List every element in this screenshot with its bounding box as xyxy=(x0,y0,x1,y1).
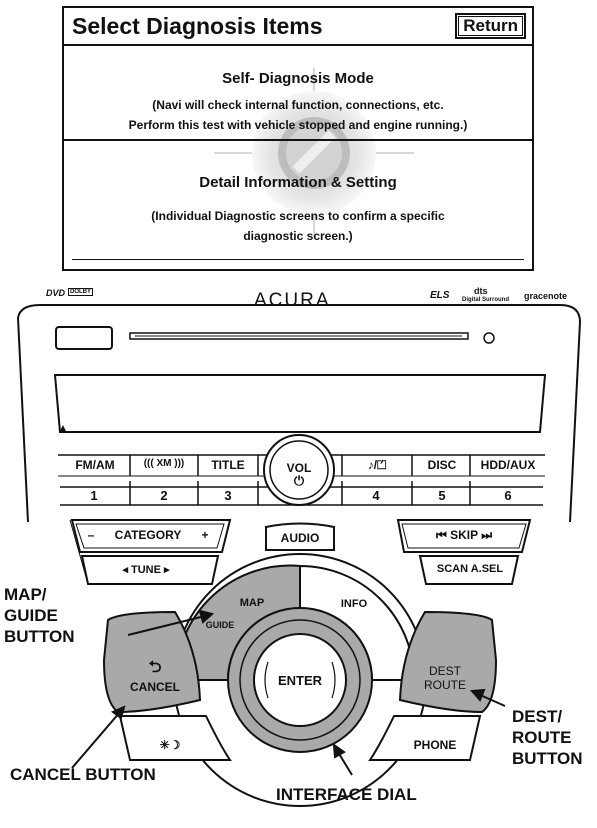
category-minus-button[interactable]: – xyxy=(84,528,98,542)
dest-route-callout-line1: DEST/ xyxy=(512,707,563,726)
scan-a-sel-button[interactable]: SCAN A.SEL xyxy=(428,563,512,575)
preset-6-button[interactable]: 6 xyxy=(488,488,528,503)
power-icon: ⏻ xyxy=(293,473,305,488)
skip-label: SKIP xyxy=(450,528,478,542)
fm-am-button[interactable]: FM/AM xyxy=(62,458,128,472)
map-guide-callout-line3: BUTTON xyxy=(4,627,75,646)
interface-dial-callout: INTERFACE DIAL xyxy=(276,785,417,804)
preset-3-button[interactable]: 3 xyxy=(208,488,248,503)
preset-1-button[interactable]: 1 xyxy=(74,488,114,503)
hdd-aux-button[interactable]: HDD/AUX xyxy=(472,458,544,472)
back-arrow-icon: ⮌ xyxy=(148,659,162,676)
eject-button[interactable] xyxy=(55,326,113,350)
dest-route-callout-line3: BUTTON xyxy=(512,749,583,768)
map-guide-callout-line2: GUIDE xyxy=(4,606,58,625)
preset-5-button[interactable]: 5 xyxy=(422,488,462,503)
dest-route-callout-line2: ROUTE xyxy=(512,728,572,747)
category-label: CATEGORY xyxy=(114,528,182,542)
title-button[interactable]: TITLE xyxy=(200,458,256,472)
audio-mode-button[interactable]: ♪/⏍ xyxy=(344,458,410,473)
map-guide-callout-line1: MAP/ xyxy=(4,585,47,604)
cancel-button-callout: CANCEL BUTTON xyxy=(10,765,156,784)
skip-button[interactable]: ⏮ SKIP ⏭ xyxy=(412,528,516,543)
eject-icon: ▲ xyxy=(57,421,69,435)
tune-label: TUNE xyxy=(131,564,161,576)
info-label: INFO xyxy=(340,598,368,610)
tune-button[interactable]: ◂ TUNE ▸ xyxy=(96,563,196,576)
guide-label: GUIDE xyxy=(205,620,235,630)
audio-button[interactable]: AUDIO xyxy=(270,531,330,545)
preset-2-button[interactable]: 2 xyxy=(144,488,184,503)
head-unit-outline xyxy=(17,304,582,807)
map-label: MAP xyxy=(239,597,265,609)
route-label: ROUTE xyxy=(424,678,466,692)
dest-label: DEST xyxy=(428,664,461,678)
disc-button[interactable]: DISC xyxy=(414,458,470,472)
map-guide-callout: MAP/ GUIDE BUTTON xyxy=(4,584,75,647)
enter-label: ENTER xyxy=(277,673,323,688)
cancel-label: CANCEL xyxy=(130,680,180,694)
phone-label: PHONE xyxy=(413,738,457,752)
category-plus-button[interactable]: + xyxy=(198,528,212,542)
xm-button[interactable]: ((( XM ))) xyxy=(132,458,196,469)
dest-route-callout: DEST/ ROUTE BUTTON xyxy=(512,706,583,769)
preset-4-button[interactable]: 4 xyxy=(356,488,396,503)
day-night-icon: ✳☽ xyxy=(159,738,181,752)
